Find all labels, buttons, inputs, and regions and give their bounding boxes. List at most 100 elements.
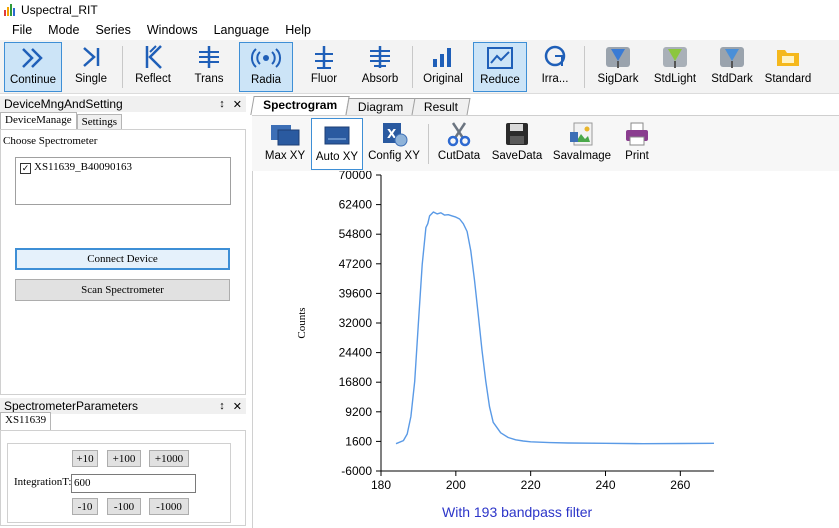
sigdark-icon bbox=[603, 42, 633, 72]
reduce-icon bbox=[486, 43, 514, 73]
fluor-button[interactable]: Fluor bbox=[299, 42, 349, 92]
tab-spectrogram[interactable]: Spectrogram bbox=[250, 96, 350, 115]
tab-device-manage[interactable]: DeviceManage bbox=[0, 112, 77, 130]
stddark-icon bbox=[717, 42, 747, 72]
y-tick-label: 16800 bbox=[339, 375, 373, 389]
max-xy-button[interactable]: Max XY bbox=[260, 118, 310, 170]
stddark-button[interactable]: StdDark bbox=[706, 42, 758, 92]
continue-button[interactable]: Continue bbox=[4, 42, 62, 92]
connect-device-button[interactable]: Connect Device bbox=[15, 248, 230, 270]
save-image-button[interactable]: SavaImage bbox=[550, 118, 614, 170]
plus-100-button[interactable]: +100 bbox=[107, 450, 141, 467]
standard-folder-icon bbox=[774, 42, 802, 72]
integration-time-label: IntegrationT: bbox=[14, 476, 72, 488]
app-logo-icon bbox=[4, 4, 16, 16]
reflect-button[interactable]: Reflect bbox=[128, 42, 178, 92]
stdlight-label: StdLight bbox=[653, 73, 697, 85]
device-panel-title: DeviceMngAndSetting bbox=[4, 97, 123, 111]
y-tick-label: -6000 bbox=[341, 464, 372, 478]
auto-xy-icon bbox=[322, 119, 352, 151]
trans-button[interactable]: Trans bbox=[184, 42, 234, 92]
y-tick-label: 47200 bbox=[339, 257, 373, 271]
sigdark-label: SigDark bbox=[597, 73, 639, 85]
single-button[interactable]: Single bbox=[66, 42, 116, 92]
config-xy-button[interactable]: X Config XY bbox=[366, 118, 422, 170]
standard-label: Standard bbox=[764, 73, 812, 85]
minus-100-button[interactable]: -100 bbox=[107, 498, 141, 515]
continue-label: Continue bbox=[9, 74, 57, 86]
spectrogram-chart-area: -6000 1600 9200 16800 24400 32000 39600 47200 54… bbox=[252, 168, 839, 528]
menu-language[interactable]: Language bbox=[206, 23, 278, 37]
minus-10-button[interactable]: -10 bbox=[72, 498, 98, 515]
config-xy-label: Config XY bbox=[368, 150, 420, 162]
menu-series[interactable]: Series bbox=[87, 23, 138, 37]
y-axis-label: Counts bbox=[296, 307, 308, 338]
scissors-icon bbox=[445, 118, 473, 150]
absorb-icon bbox=[367, 42, 393, 72]
reduce-label: Reduce bbox=[480, 74, 520, 86]
pin-icon[interactable]: ↕ bbox=[219, 400, 225, 413]
fluor-icon bbox=[311, 42, 337, 72]
menu-file[interactable]: File bbox=[4, 23, 40, 37]
trans-label: Trans bbox=[194, 73, 224, 85]
plus-10-button[interactable]: +10 bbox=[72, 450, 98, 467]
tab-diagram[interactable]: Diagram bbox=[345, 98, 416, 115]
max-xy-icon bbox=[269, 118, 301, 150]
tab-result[interactable]: Result bbox=[411, 98, 471, 115]
device-item-label: XS11639_B40090163 bbox=[34, 161, 132, 173]
original-label: Original bbox=[423, 73, 463, 85]
tab-diagram-label: Diagram bbox=[357, 100, 404, 114]
window-title: Uspectral_RIT bbox=[21, 3, 98, 17]
single-label: Single bbox=[75, 73, 107, 85]
integration-time-input[interactable]: 600 bbox=[71, 474, 196, 493]
pin-icon[interactable]: ↕ bbox=[219, 98, 225, 111]
reflect-icon bbox=[141, 42, 165, 72]
spectrometer-list[interactable]: ✓ XS11639_B40090163 bbox=[15, 157, 231, 205]
close-icon[interactable]: ✕ bbox=[233, 98, 242, 111]
irradiance-button[interactable]: Irra... bbox=[532, 42, 578, 92]
single-icon bbox=[79, 42, 103, 72]
radia-label: Radia bbox=[250, 74, 282, 86]
reduce-button[interactable]: Reduce bbox=[473, 42, 527, 92]
device-panel-body: Choose Spectrometer ✓ XS11639_B40090163 … bbox=[0, 129, 246, 395]
stdlight-button[interactable]: StdLight bbox=[649, 42, 701, 92]
tab-settings[interactable]: Settings bbox=[76, 114, 123, 130]
save-image-label: SavaImage bbox=[552, 150, 612, 162]
original-icon bbox=[430, 42, 456, 72]
sigdark-button[interactable]: SigDark bbox=[592, 42, 644, 92]
spectrogram-chart[interactable]: -6000 1600 9200 16800 24400 32000 39600 47200 54… bbox=[253, 168, 839, 528]
minus-1000-button[interactable]: -1000 bbox=[149, 498, 189, 515]
x-tick-label: 240 bbox=[595, 478, 615, 492]
cut-data-button[interactable]: CutData bbox=[434, 118, 484, 170]
radia-button[interactable]: Radia bbox=[239, 42, 293, 92]
toolbar-divider bbox=[584, 46, 585, 88]
original-button[interactable]: Original bbox=[418, 42, 468, 92]
main-tabs: Spectrogram Diagram Result bbox=[250, 96, 471, 115]
absorb-button[interactable]: Absorb bbox=[355, 42, 405, 92]
trans-icon bbox=[196, 42, 222, 72]
plus-1000-button[interactable]: +1000 bbox=[149, 450, 189, 467]
y-tick-label: 39600 bbox=[339, 286, 373, 300]
params-panel-tabs: XS11639 bbox=[0, 412, 52, 430]
auto-xy-button[interactable]: Auto XY bbox=[311, 118, 363, 170]
floppy-disk-icon bbox=[504, 118, 530, 150]
y-tick-label: 70000 bbox=[339, 171, 373, 182]
print-button[interactable]: Print bbox=[616, 118, 658, 170]
save-data-button[interactable]: SaveData bbox=[488, 118, 546, 170]
menu-mode[interactable]: Mode bbox=[40, 23, 87, 37]
y-tick-label: 9200 bbox=[345, 405, 372, 419]
close-icon[interactable]: ✕ bbox=[233, 400, 242, 413]
auto-xy-label: Auto XY bbox=[315, 151, 359, 163]
scan-spectrometer-button[interactable]: Scan Spectrometer bbox=[15, 279, 230, 301]
menu-help[interactable]: Help bbox=[277, 23, 319, 37]
choose-spectrometer-label: Choose Spectrometer bbox=[3, 135, 98, 147]
print-label: Print bbox=[625, 150, 649, 162]
standard-button[interactable]: Standard bbox=[761, 42, 815, 92]
x-tick-label: 220 bbox=[521, 478, 541, 492]
menu-windows[interactable]: Windows bbox=[139, 23, 206, 37]
cut-data-label: CutData bbox=[437, 150, 481, 162]
tab-xs11639[interactable]: XS11639 bbox=[0, 412, 52, 430]
device-checkbox[interactable]: ✓ bbox=[20, 163, 31, 174]
device-panel-tabs: DeviceManage Settings bbox=[0, 112, 123, 130]
tab-result-label: Result bbox=[424, 100, 459, 114]
